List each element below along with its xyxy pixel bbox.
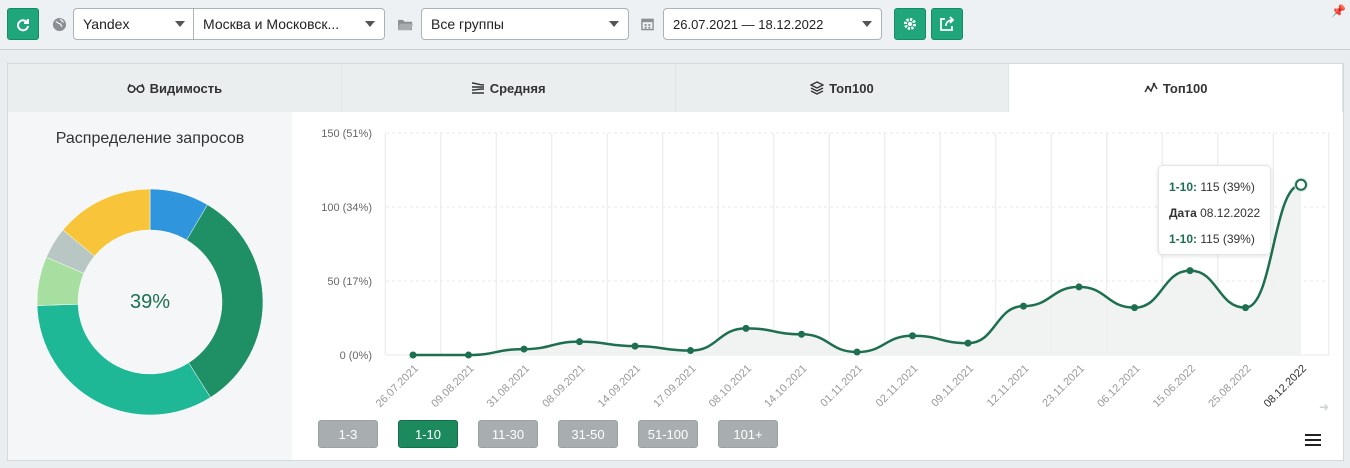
glasses-icon bbox=[127, 83, 145, 93]
x-tick-label: 12.11.2021 bbox=[985, 363, 1032, 410]
x-tick-label: 08.09.2021 bbox=[540, 363, 587, 410]
tab-visibility[interactable]: Видимость bbox=[8, 64, 342, 112]
tab-average-label: Средняя bbox=[489, 80, 546, 96]
data-point[interactable] bbox=[1075, 283, 1083, 291]
tab-average[interactable]: Средняя bbox=[341, 64, 676, 112]
stats-panel: Видимость Средняя Топ100 Топ100 Распреде… bbox=[7, 63, 1344, 461]
data-point[interactable] bbox=[1020, 302, 1027, 310]
chevron-down-icon bbox=[609, 21, 619, 27]
chevron-down-icon bbox=[862, 21, 872, 27]
tooltip-val-3: 115 (39%) bbox=[1200, 232, 1255, 246]
data-point[interactable] bbox=[520, 345, 528, 353]
folder-icon bbox=[396, 16, 414, 32]
refresh-icon bbox=[17, 19, 29, 32]
tooltip-row-1: 1-10: 115 (39%) bbox=[1169, 180, 1270, 194]
pin-icon[interactable]: 📌 bbox=[1331, 4, 1346, 18]
range-button-101-plus[interactable]: 101+ bbox=[718, 420, 778, 448]
layers-icon bbox=[810, 81, 825, 95]
x-tick-label: 31.08.2021 bbox=[485, 363, 532, 410]
range-button-11-30[interactable]: 11-30 bbox=[478, 420, 538, 448]
distribution-panel: Распределение запросов 39% bbox=[8, 112, 292, 460]
data-point[interactable] bbox=[631, 342, 639, 350]
donut-center-label: 39% bbox=[129, 290, 171, 313]
data-point[interactable] bbox=[798, 330, 805, 338]
range-button-51-100[interactable]: 51-100 bbox=[638, 420, 698, 448]
data-point[interactable] bbox=[1295, 178, 1307, 191]
line-chart: 0 (0%) 50 (17%) 100 (34%) 150 (51%) 26.07.20… bbox=[321, 128, 1330, 410]
chart-tooltip: 1-10: 115 (39%) Дата 08.12.2022 1-10: 11… bbox=[1158, 165, 1271, 255]
lines-icon bbox=[471, 82, 484, 94]
settings-button[interactable] bbox=[894, 8, 926, 40]
tooltip-key-2: Дата bbox=[1169, 206, 1197, 220]
globe-icon bbox=[51, 16, 67, 32]
tab-top100-layers-label: Топ100 bbox=[829, 80, 874, 96]
y-tick-label: 100 (34%) bbox=[321, 202, 372, 214]
tab-bar: Видимость Средняя Топ100 Топ100 bbox=[8, 64, 1343, 112]
y-tick-label: 150 (51%) bbox=[321, 128, 372, 140]
x-tick-label: 14.09.2021 bbox=[596, 363, 643, 410]
chart-icon bbox=[1144, 82, 1158, 93]
tooltip-key-1: 1-10: bbox=[1169, 180, 1198, 194]
x-tick-label: 06.12.2021 bbox=[1095, 363, 1142, 410]
y-tick-label: 50 (17%) bbox=[327, 276, 372, 288]
tab-top100-layers[interactable]: Топ100 bbox=[675, 64, 1010, 112]
tab-top100-chart-label: Топ100 bbox=[1162, 80, 1208, 96]
search-engine-select[interactable]: Yandex bbox=[73, 8, 194, 40]
group-value: Все группы bbox=[431, 16, 504, 32]
date-range-select[interactable]: 26.07.2021 — 18.12.2022 bbox=[663, 8, 882, 40]
data-point[interactable] bbox=[909, 332, 916, 340]
tooltip-val-1: 115 (39%) bbox=[1200, 180, 1255, 194]
export-icon bbox=[940, 16, 955, 31]
range-button-31-50[interactable]: 31-50 bbox=[558, 420, 618, 448]
tooltip-val-2: 08.12.2022 bbox=[1200, 206, 1261, 220]
search-engine-value: Yandex bbox=[83, 16, 130, 32]
x-tick-label: 15.06.2022 bbox=[1151, 363, 1198, 410]
tooltip-row-2: Дата 08.12.2022 bbox=[1169, 206, 1270, 220]
tab-visibility-label: Видимость bbox=[149, 80, 223, 96]
calendar-icon bbox=[640, 16, 655, 32]
tooltip-key-3: 1-10: bbox=[1169, 232, 1198, 246]
x-tick-label: 17.09.2021 bbox=[651, 363, 698, 410]
x-tick-label: 01.11.2021 bbox=[818, 363, 865, 410]
distribution-title: Распределение запросов bbox=[55, 130, 245, 147]
data-point[interactable] bbox=[576, 338, 583, 346]
tooltip-row-3: 1-10: 115 (39%) bbox=[1169, 232, 1270, 246]
x-tick-label: 08.10.2021 bbox=[707, 363, 754, 410]
x-tick-label: 25.08.2022 bbox=[1206, 363, 1253, 410]
export-button[interactable] bbox=[931, 8, 963, 40]
data-point[interactable] bbox=[687, 347, 694, 355]
range-button-1-10[interactable]: 1-10 bbox=[398, 420, 458, 448]
data-point[interactable] bbox=[1242, 304, 1249, 312]
x-tick-label: 08.12.2022 bbox=[1262, 363, 1309, 410]
data-point[interactable] bbox=[465, 351, 472, 359]
group-select[interactable]: Все группы bbox=[421, 8, 629, 40]
line-chart-area: 0 (0%) 50 (17%) 100 (34%) 150 (51%) 26.07.20… bbox=[292, 112, 1343, 460]
region-value: Москва и Московск... bbox=[203, 16, 340, 32]
x-tick-label: 02.11.2021 bbox=[874, 363, 921, 410]
arrow-right-icon: ➜ bbox=[1318, 400, 1329, 414]
y-tick-label: 0 (0%) bbox=[340, 350, 372, 362]
date-range-value: 26.07.2021 — 18.12.2022 bbox=[673, 16, 824, 32]
data-point[interactable] bbox=[409, 351, 417, 359]
x-tick-label: 09.11.2021 bbox=[929, 363, 976, 410]
x-tick-label: 14.10.2021 bbox=[762, 363, 809, 410]
refresh-button[interactable] bbox=[7, 8, 39, 40]
data-point[interactable] bbox=[1186, 267, 1194, 275]
hamburger-menu-icon[interactable] bbox=[1305, 434, 1321, 448]
chevron-down-icon bbox=[175, 21, 185, 27]
x-tick-label: 09.08.2021 bbox=[429, 363, 476, 410]
data-point[interactable] bbox=[853, 348, 861, 356]
x-tick-label: 23.11.2021 bbox=[1040, 363, 1087, 410]
gear-icon bbox=[904, 18, 916, 30]
data-point[interactable] bbox=[1131, 304, 1138, 312]
range-button-1-3[interactable]: 1-3 bbox=[318, 420, 378, 448]
region-select[interactable]: Москва и Московск... bbox=[193, 8, 385, 40]
data-point[interactable] bbox=[742, 324, 750, 332]
tab-top100-chart[interactable]: Топ100 bbox=[1009, 64, 1343, 112]
toolbar: Yandex Москва и Московск... Все группы 2… bbox=[0, 0, 1350, 50]
x-tick-label: 26.07.2021 bbox=[374, 363, 421, 410]
data-point[interactable] bbox=[964, 339, 972, 347]
chevron-down-icon bbox=[365, 21, 375, 27]
